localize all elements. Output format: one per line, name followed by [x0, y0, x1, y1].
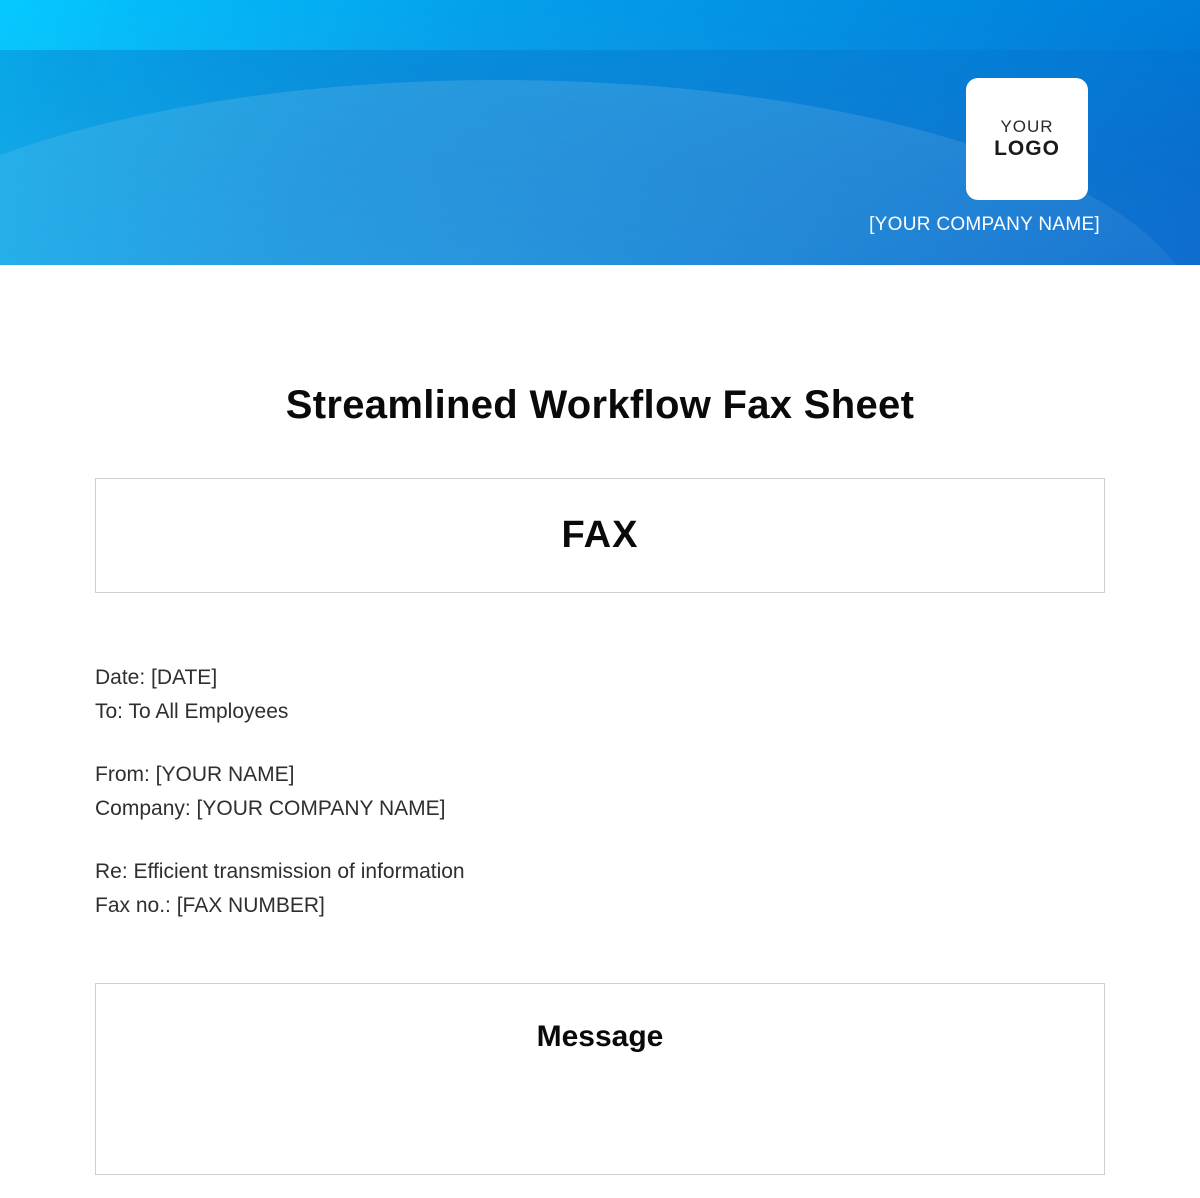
faxno-label: Fax no.:: [95, 894, 177, 917]
field-to: To: To All Employees: [95, 695, 1105, 729]
fax-fields: Date: [DATE] To: To All Employees From: …: [95, 661, 1105, 923]
company-name-header: [YOUR COMPANY NAME]: [869, 214, 1100, 236]
document-content: Streamlined Workflow Fax Sheet FAX Date:…: [0, 383, 1200, 1175]
re-label: Re:: [95, 860, 134, 883]
header-banner: YOUR LOGO [YOUR COMPANY NAME]: [0, 0, 1200, 265]
re-value: Efficient transmission of information: [134, 860, 465, 883]
to-label: To:: [95, 700, 128, 723]
company-value: [YOUR COMPANY NAME]: [197, 797, 446, 820]
faxno-value: [FAX NUMBER]: [177, 894, 325, 917]
field-group-sender: From: [YOUR NAME] Company: [YOUR COMPANY…: [95, 758, 1105, 825]
field-faxno: Fax no.: [FAX NUMBER]: [95, 889, 1105, 923]
from-value: [YOUR NAME]: [156, 763, 295, 786]
from-label: From:: [95, 763, 156, 786]
to-value: To All Employees: [128, 700, 288, 723]
field-date: Date: [DATE]: [95, 661, 1105, 695]
field-from: From: [YOUR NAME]: [95, 758, 1105, 792]
field-company: Company: [YOUR COMPANY NAME]: [95, 792, 1105, 826]
document-title: Streamlined Workflow Fax Sheet: [95, 383, 1105, 428]
company-label: Company:: [95, 797, 197, 820]
logo-placeholder: YOUR LOGO: [966, 78, 1088, 200]
fax-heading-label: FAX: [96, 514, 1104, 557]
field-group-subject: Re: Efficient transmission of informatio…: [95, 855, 1105, 922]
fax-heading-box: FAX: [95, 478, 1105, 593]
field-group-recipient: Date: [DATE] To: To All Employees: [95, 661, 1105, 728]
logo-text-bottom: LOGO: [994, 137, 1060, 161]
logo-text-top: YOUR: [1000, 117, 1053, 137]
date-label: Date:: [95, 666, 151, 689]
message-box: Message: [95, 983, 1105, 1175]
message-heading-label: Message: [96, 1020, 1104, 1054]
date-value: [DATE]: [151, 666, 217, 689]
field-re: Re: Efficient transmission of informatio…: [95, 855, 1105, 889]
